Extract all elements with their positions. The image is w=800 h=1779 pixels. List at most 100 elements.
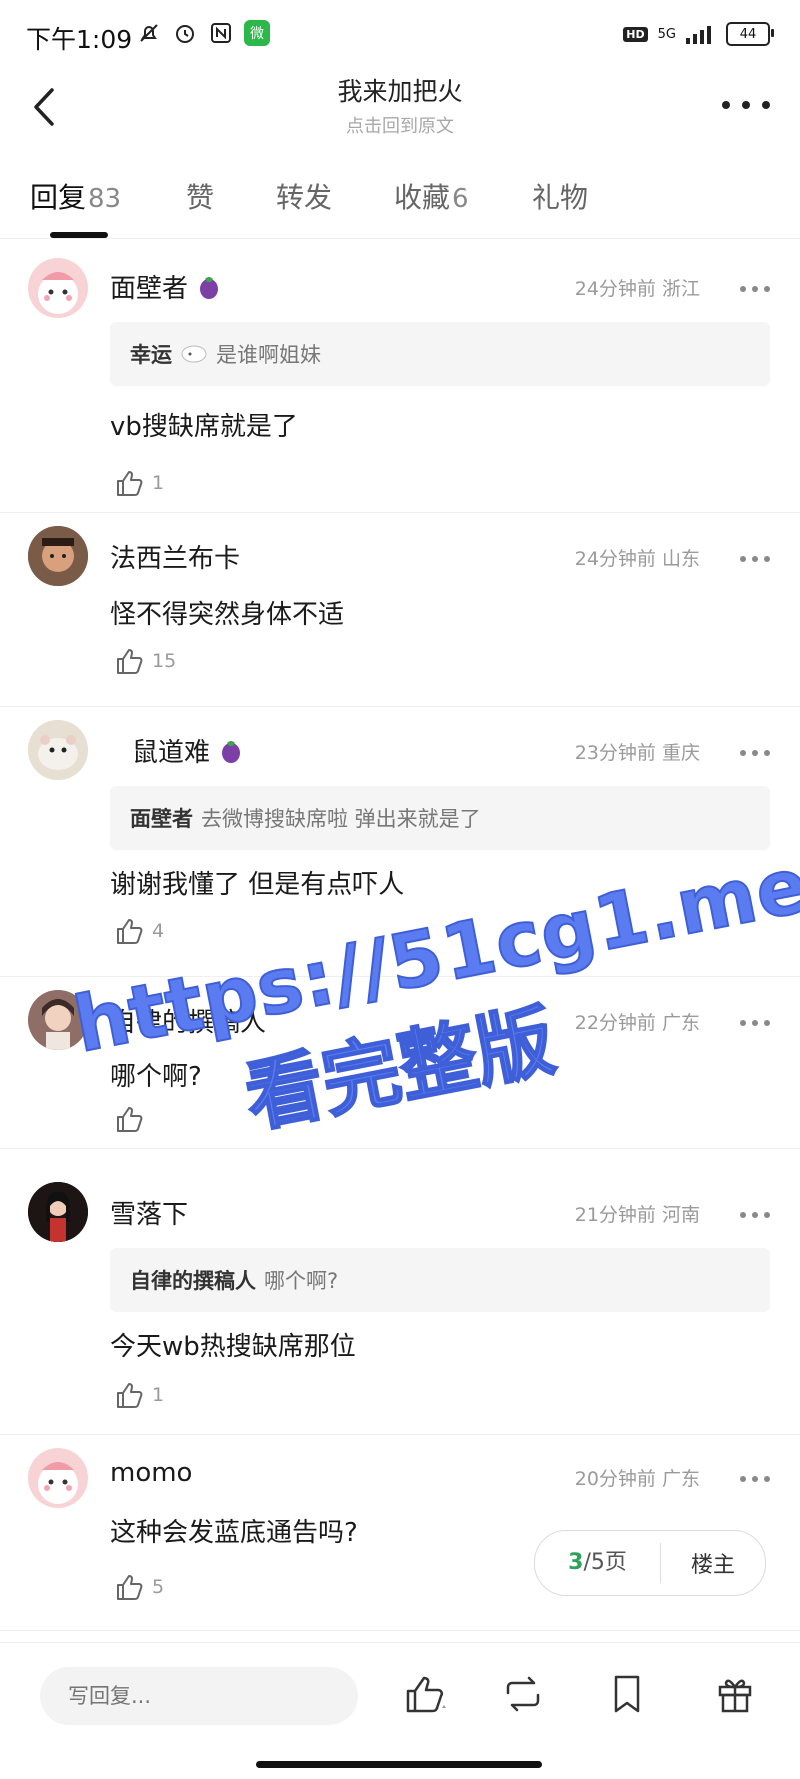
header: 我来加把火 点击回到原文 (0, 70, 800, 145)
comment-text: 怪不得突然身体不适 (110, 600, 345, 630)
dot-icon (740, 1212, 746, 1218)
like-button[interactable]: 15 (114, 646, 176, 676)
avatar[interactable] (28, 258, 88, 318)
dot-icon (752, 1020, 758, 1026)
dot-icon (740, 1476, 746, 1482)
username[interactable]: momo (110, 1458, 192, 1488)
quoted-reply[interactable]: 面壁者 去微博搜缺席啦 弹出来就是了 (110, 786, 770, 850)
home-indicator[interactable] (256, 1761, 542, 1768)
status-icons-left: 微 (136, 20, 270, 46)
comment-time: 24分钟前 (574, 278, 656, 300)
thumbs-up-icon (117, 471, 143, 496)
comment-location: 广东 (661, 1468, 700, 1490)
dot-icon (722, 101, 730, 109)
username[interactable]: 雪落下 (110, 1194, 188, 1231)
battery-level: 44 (739, 26, 757, 42)
battery-icon: 44 (726, 22, 774, 46)
comment-item: 面壁者 24分钟前 浙江 幸运 是谁啊姐妹 vb搜缺席就是了 1 (0, 240, 800, 513)
username-text: 面壁者 (110, 274, 189, 304)
comment-more-button[interactable] (740, 284, 770, 294)
like-button[interactable] (114, 1104, 152, 1134)
owner-only-button[interactable]: 楼主 (661, 1547, 765, 1579)
tab-replies[interactable]: 回复83 (30, 176, 121, 216)
dot-icon (764, 750, 770, 756)
username-text: 雪落下 (110, 1200, 189, 1230)
thumbs-up-icon (117, 1575, 143, 1600)
nfc-icon (208, 20, 234, 46)
sheep-emoji-icon (181, 345, 207, 363)
like-button[interactable]: 5 (114, 1572, 164, 1602)
favorite-button[interactable] (604, 1671, 650, 1717)
comment-text: 这种会发蓝底通告吗? (110, 1518, 358, 1548)
tab-label: 收藏 (394, 181, 451, 214)
reply-input[interactable] (40, 1667, 358, 1725)
username[interactable]: 面壁者 (110, 268, 222, 305)
dot-icon (740, 286, 746, 292)
quoted-text: 哪个啊? (264, 1269, 339, 1293)
quoted-reply[interactable]: 幸运 是谁啊姐妹 (110, 322, 770, 386)
username[interactable]: 法西兰布卡 (110, 538, 240, 575)
mute-icon (136, 20, 162, 46)
like-count: 1 (152, 1384, 165, 1406)
tab-reposts[interactable]: 转发 (276, 176, 332, 216)
avatar[interactable] (28, 1182, 88, 1242)
title-area[interactable]: 我来加把火 点击回到原文 (0, 70, 800, 138)
dot-icon (752, 1212, 758, 1218)
comment-meta: 23分钟前 重庆 (575, 738, 700, 765)
username-text: 鼠道难 (132, 738, 211, 768)
avatar[interactable] (28, 526, 88, 586)
tab-gifts[interactable]: 礼物 (532, 176, 588, 216)
avatar[interactable] (28, 720, 88, 780)
thumbs-up-icon (117, 919, 143, 944)
username[interactable]: 鼠道难 (132, 732, 244, 769)
like-button[interactable]: 4 (114, 916, 164, 946)
dot-icon (752, 750, 758, 756)
dot-icon (740, 556, 746, 562)
comment-more-button[interactable] (740, 748, 770, 758)
back-to-original-link[interactable]: 点击回到原文 (0, 112, 800, 138)
more-options-button[interactable] (722, 90, 770, 120)
like-button[interactable]: 1 (114, 468, 164, 498)
like-post-button[interactable] (402, 1671, 448, 1717)
comment-more-button[interactable] (740, 1210, 770, 1220)
like-button[interactable]: 1 (114, 1380, 164, 1410)
comment-item: 鼠道难 23分钟前 重庆 面壁者 去微博搜缺席啦 弹出来就是了 谢谢我懂了 但是… (0, 706, 800, 977)
comment-location: 重庆 (661, 742, 700, 764)
thumbs-up-icon (117, 1383, 143, 1408)
avatar[interactable] (28, 1448, 88, 1508)
tab-label: 转发 (276, 181, 333, 214)
repost-icon (506, 1676, 540, 1712)
quoted-username: 幸运 (130, 343, 172, 367)
gift-icon (718, 1679, 752, 1713)
comment-more-button[interactable] (740, 554, 770, 564)
username-text: 法西兰布卡 (110, 544, 241, 574)
quoted-reply[interactable]: 自律的撰稿人 哪个啊? (110, 1248, 770, 1312)
username[interactable]: 自律的撰稿人 (110, 1002, 266, 1039)
comment-meta: 20分钟前 广东 (575, 1464, 700, 1491)
current-page: 3 (568, 1550, 584, 1575)
tab-likes[interactable]: 赞 (186, 176, 214, 216)
avatar[interactable] (28, 990, 88, 1050)
quoted-username: 面壁者 (130, 807, 193, 831)
comment-more-button[interactable] (740, 1474, 770, 1484)
page-total: /5页 (583, 1550, 627, 1575)
page-navigator: 3/5页 楼主 (534, 1530, 766, 1596)
bookmark-icon (614, 1675, 640, 1713)
tab-label: 赞 (186, 181, 215, 214)
comment-meta: 21分钟前 河南 (575, 1200, 700, 1227)
like-count: 15 (152, 650, 177, 672)
thumbs-up-icon (117, 1107, 143, 1132)
repost-button[interactable] (500, 1671, 546, 1717)
comment-more-button[interactable] (740, 1018, 770, 1028)
page-selector-button[interactable]: 3/5页 (535, 1543, 661, 1583)
dot-icon (764, 1476, 770, 1482)
status-icons-right: HD 5G 44 (623, 22, 774, 46)
dot-icon (762, 101, 770, 109)
dot-icon (764, 1020, 770, 1026)
dot-icon (752, 1476, 758, 1482)
gift-button[interactable] (712, 1671, 758, 1717)
dot-icon (752, 286, 758, 292)
tab-favorites[interactable]: 收藏6 (394, 176, 469, 216)
like-count: 1 (152, 472, 165, 494)
comment-time: 23分钟前 (574, 742, 656, 764)
